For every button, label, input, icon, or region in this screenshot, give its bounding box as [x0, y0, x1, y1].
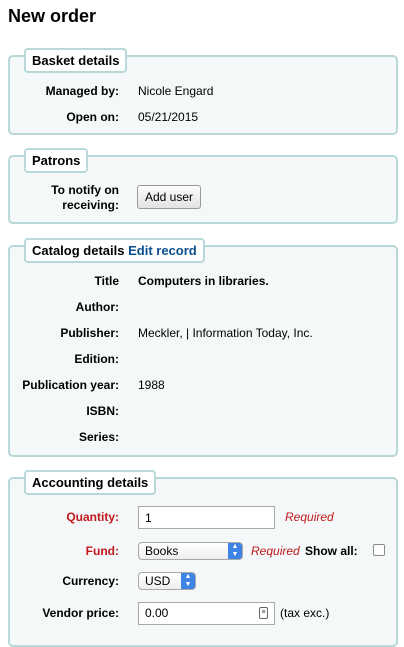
series-label: Series:	[78, 430, 119, 444]
calculator-icon: ≡	[259, 607, 268, 619]
publisher-label: Publisher:	[60, 326, 119, 340]
open-on-label: Open on:	[66, 110, 119, 124]
publication-year-value: 1988	[138, 378, 165, 392]
title-value: Computers in libraries.	[138, 274, 269, 288]
currency-row: Currency: USD ▲ ▼	[10, 572, 396, 592]
currency-label: Currency:	[62, 574, 119, 588]
title-label: Title	[94, 274, 119, 288]
catalog-details-legend: Catalog details Edit record	[24, 238, 205, 263]
fund-select[interactable]: Books ▲ ▼	[138, 542, 243, 560]
basket-details-section: Basket details Managed by: Nicole Engard…	[8, 48, 398, 135]
managed-by-value: Nicole Engard	[138, 84, 214, 98]
select-arrows-icon: ▲ ▼	[228, 543, 242, 559]
currency-select[interactable]: USD ▲ ▼	[138, 572, 196, 590]
isbn-label: ISBN:	[86, 404, 119, 418]
notify-row: To notify on receiving: Add user	[10, 183, 396, 212]
fund-required-note: Required	[251, 544, 300, 558]
edit-record-link[interactable]: Edit record	[128, 243, 197, 258]
managed-by-row: Managed by: Nicole Engard	[10, 82, 396, 102]
show-all-checkbox[interactable]	[373, 544, 385, 556]
series-row: Series:	[10, 428, 396, 448]
catalog-details-section: Catalog details Edit record Title Comput…	[8, 238, 398, 457]
managed-by-label: Managed by:	[45, 84, 119, 98]
quantity-label: Quantity:	[66, 510, 119, 524]
quantity-row: Quantity: Required	[10, 506, 396, 529]
quantity-required-note: Required	[285, 510, 334, 524]
publisher-row: Publisher: Meckler, | Information Today,…	[10, 324, 396, 344]
accounting-details-legend: Accounting details	[24, 470, 157, 495]
quantity-input[interactable]	[138, 506, 275, 529]
title-row: Title Computers in libraries.	[10, 272, 396, 292]
publisher-value: Meckler, | Information Today, Inc.	[138, 326, 313, 340]
isbn-row: ISBN:	[10, 402, 396, 422]
show-all-label: Show all:	[305, 544, 358, 558]
notify-label: To notify on receiving:	[51, 183, 119, 212]
fund-select-value: Books	[145, 544, 179, 558]
fund-label: Fund:	[85, 544, 119, 558]
patrons-section: Patrons To notify on receiving: Add user	[8, 148, 398, 224]
add-user-button[interactable]: Add user	[137, 185, 202, 209]
open-on-row: Open on: 05/21/2015	[10, 108, 396, 128]
publication-year-label: Publication year:	[22, 378, 119, 392]
author-row: Author:	[10, 298, 396, 318]
open-on-value: 05/21/2015	[138, 110, 199, 124]
publication-year-row: Publication year: 1988	[10, 376, 396, 396]
vendor-price-value: 0.00	[145, 606, 169, 620]
currency-select-value: USD	[145, 574, 171, 588]
tax-note: (tax exc.)	[280, 606, 330, 620]
vendor-price-label: Vendor price:	[42, 606, 119, 620]
vendor-price-input[interactable]: 0.00 ≡	[138, 602, 275, 625]
page-title: New order	[8, 6, 97, 26]
select-arrows-icon: ▲ ▼	[181, 573, 195, 589]
fund-row: Fund: Books ▲ ▼ Required Show all:	[10, 542, 396, 562]
edition-label: Edition:	[74, 352, 119, 366]
accounting-details-section: Accounting details Quantity: Required Fu…	[8, 470, 398, 647]
edition-row: Edition:	[10, 350, 396, 370]
patrons-legend: Patrons	[24, 148, 89, 173]
author-label: Author:	[75, 300, 119, 314]
basket-details-legend: Basket details	[24, 48, 128, 73]
vendor-price-row: Vendor price: 0.00 ≡ (tax exc.)	[10, 602, 396, 625]
